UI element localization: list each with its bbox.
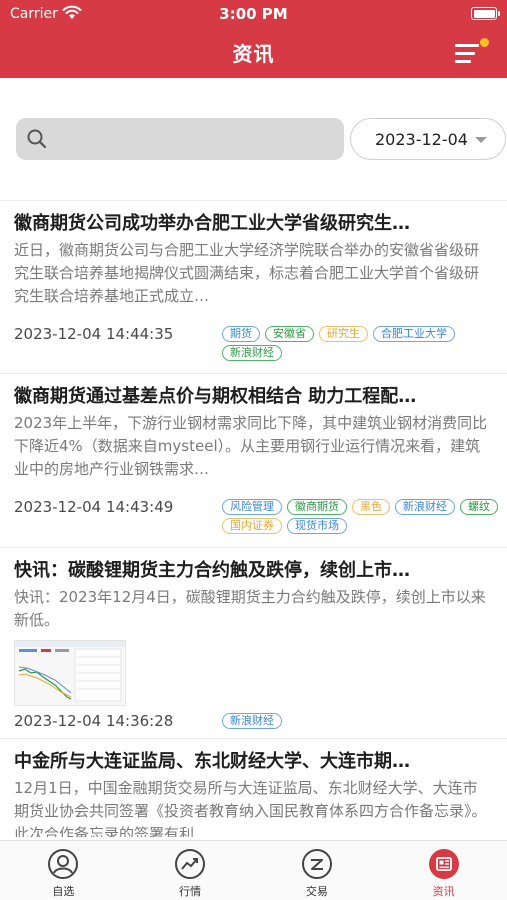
search-area: 2023-12-04 <box>0 78 507 200</box>
news-title: 中金所与大连证监局、东北财经大学、大连市期… <box>14 751 410 772</box>
tag-list: 风险管理 徽商期货 黑色 新浪财经 螺纹国内证券 现货市场 <box>222 499 502 534</box>
clock: 3:00 PM <box>219 5 288 23</box>
page-title: 资讯 <box>232 42 275 66</box>
news-title: 徽商期货通过基差点价与期权相结合 助力工程配… <box>14 386 417 407</box>
tab-label: 行情 <box>179 885 202 898</box>
tag-badge[interactable]: 研究生 <box>319 326 368 342</box>
news-time: 2023-12-04 14:36:28 <box>14 712 174 730</box>
tag-badge[interactable]: 徽商期货 <box>287 499 347 515</box>
hamburger-menu-icon <box>455 44 479 47</box>
search-box[interactable] <box>16 118 344 160</box>
news-item[interactable]: 中金所与大连证监局、东北财经大学、大连市期… 12月1日，中国金融期货交易所与大… <box>0 739 507 840</box>
news-summary: 快讯：2023年12月4日，碳酸锂期货主力合约触及跌停，续创上市以来新低。 <box>14 588 486 629</box>
tag-badge[interactable]: 螺纹 <box>460 499 498 515</box>
trend-chart-icon <box>175 849 206 879</box>
exchange-icon <box>301 849 332 879</box>
battery-level <box>473 9 495 18</box>
menu-button[interactable] <box>455 38 489 68</box>
tab-trade[interactable]: 交易 <box>254 841 381 900</box>
date-value: 2023-12-04 <box>375 130 468 149</box>
news-icon <box>428 849 459 879</box>
tab-market[interactable]: 行情 <box>127 841 254 900</box>
tag-badge[interactable]: 合肥工业大学 <box>373 326 455 342</box>
tag-badge[interactable]: 新浪财经 <box>395 499 455 515</box>
tab-label: 交易 <box>305 885 328 898</box>
tag-badge[interactable]: 期货 <box>222 326 260 342</box>
tag-badge[interactable]: 现货市场 <box>287 518 347 534</box>
news-item[interactable]: 徽商期货通过基差点价与期权相结合 助力工程配… 2023年上半年，下游行业钢材需… <box>0 374 507 548</box>
notification-badge <box>480 38 489 47</box>
chart-thumbnail-icon <box>15 641 125 702</box>
tab-label: 资讯 <box>432 885 455 898</box>
tag-badge[interactable]: 安徽省 <box>265 326 314 342</box>
news-item[interactable]: 快讯：碳酸锂期货主力合约触及跌停，续创上市… 快讯：2023年12月4日，碳酸锂… <box>0 548 507 739</box>
news-time: 2023-12-04 14:44:35 <box>14 325 174 343</box>
tag-badge[interactable]: 黑色 <box>352 499 390 515</box>
news-title: 徽商期货公司成功举办合肥工业大学省级研究生… <box>14 213 410 234</box>
news-list[interactable]: 徽商期货公司成功举办合肥工业大学省级研究生… 近日，徽商期货公司与合肥工业大学经… <box>0 200 507 840</box>
stock-chart-thumbnail[interactable] <box>14 640 126 706</box>
battery-icon <box>471 7 500 20</box>
news-summary: 12月1日，中国金融期货交易所与大连证监局、东北财经大学、大连市期货业协会共同签… <box>14 779 487 837</box>
user-icon <box>48 849 79 879</box>
news-summary: 2023年上半年，下游行业钢材需求同比下降，其中建筑业钢材消费同比下降近4%（数… <box>14 414 488 478</box>
search-icon <box>27 129 47 149</box>
tab-news[interactable]: 资讯 <box>380 841 507 900</box>
tag-list: 期货 安徽省 研究生 合肥工业大学新浪财经 <box>222 326 502 361</box>
nav-bar: 资讯 <box>0 28 507 78</box>
tag-list: 新浪财经 <box>222 713 502 729</box>
news-summary: 近日，徽商期货公司与合肥工业大学经济学院联合举办的安徽省省级研究生联合培养基地揭… <box>14 241 480 305</box>
tag-badge[interactable]: 风险管理 <box>222 499 282 515</box>
tag-badge[interactable]: 国内证券 <box>222 518 282 534</box>
news-item[interactable]: 徽商期货公司成功举办合肥工业大学省级研究生… 近日，徽商期货公司与合肥工业大学经… <box>0 201 507 374</box>
chevron-down-icon <box>475 137 487 143</box>
news-time: 2023-12-04 14:43:49 <box>14 498 174 516</box>
status-bar: Carrier 3:00 PM <box>0 0 507 28</box>
search-input[interactable] <box>60 126 330 152</box>
tag-badge[interactable]: 新浪财经 <box>222 713 282 729</box>
tab-bar: 自选 行情 交易 资讯 <box>0 840 507 900</box>
date-picker[interactable]: 2023-12-04 <box>350 118 506 160</box>
tag-badge[interactable]: 新浪财经 <box>222 345 282 361</box>
news-title: 快讯：碳酸锂期货主力合约触及跌停，续创上市… <box>14 560 410 581</box>
tab-label: 自选 <box>52 885 75 898</box>
tab-watchlist[interactable]: 自选 <box>0 841 127 900</box>
